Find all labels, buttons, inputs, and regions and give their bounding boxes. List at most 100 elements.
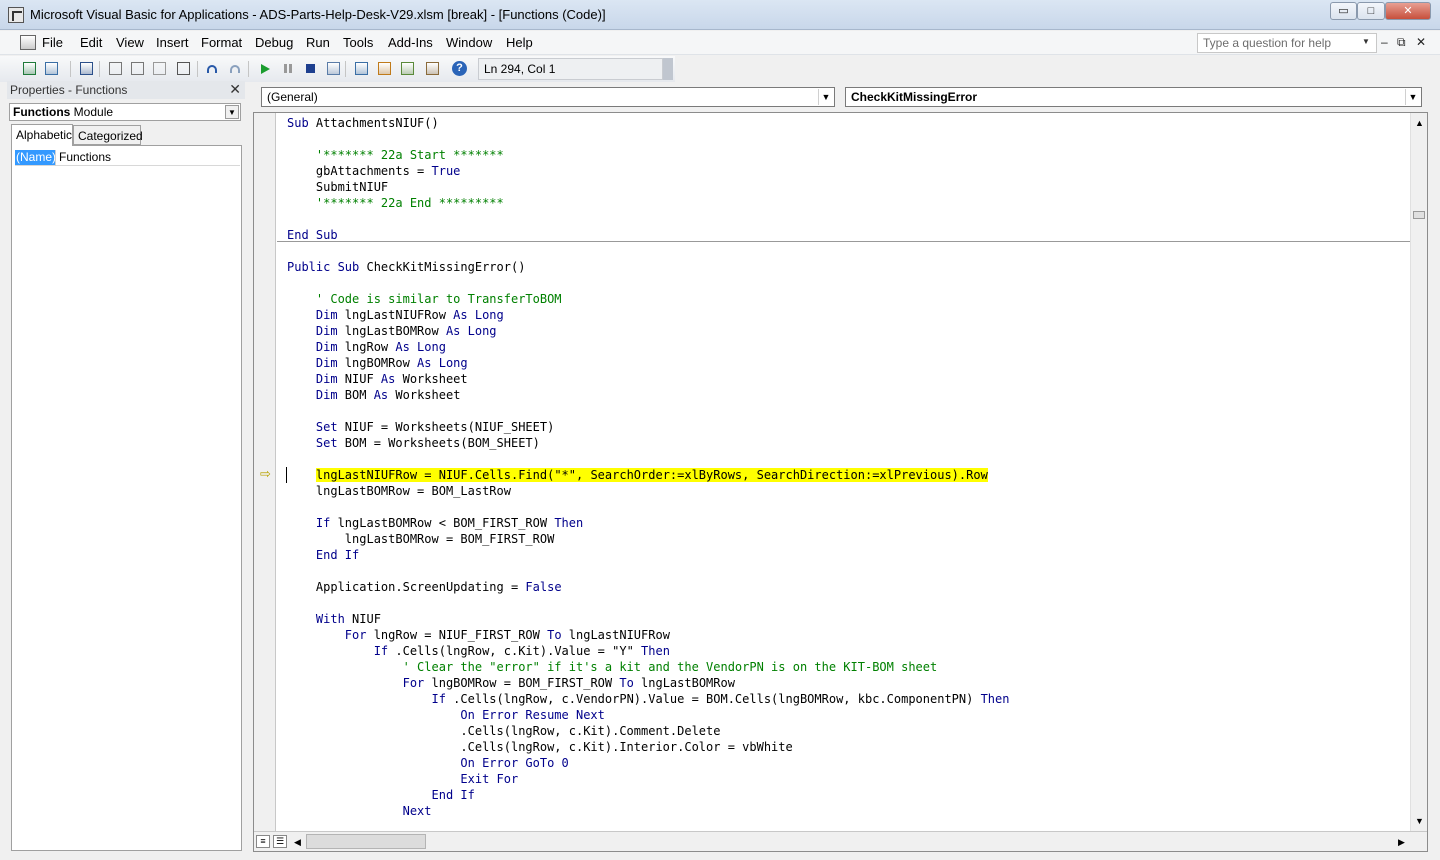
design-mode-icon[interactable]	[326, 61, 342, 77]
scroll-down-icon[interactable]: ▼	[1412, 813, 1427, 829]
code-line[interactable]: .Cells(lngRow, c.Kit).Comment.Delete	[287, 723, 720, 739]
code-token: lngLastBOMRow < BOM_FIRST_ROW	[337, 516, 555, 530]
help-icon[interactable]: ?	[452, 61, 468, 77]
code-line[interactable]: Exit For	[287, 771, 518, 787]
properties-window-icon[interactable]	[377, 61, 393, 77]
procedure-view-button[interactable]: ≡	[256, 835, 270, 848]
menu-item-help[interactable]: Help	[504, 35, 535, 50]
code-line[interactable]: ' Clear the "error" if it's a kit and th…	[287, 659, 938, 675]
cut-icon[interactable]	[108, 61, 124, 77]
code-line[interactable]: .Cells(lngRow, c.Kit).Interior.Color = v…	[287, 739, 792, 755]
find-icon[interactable]	[176, 61, 192, 77]
vertical-scrollbar[interactable]: ▲ ▼	[1410, 113, 1427, 831]
code-line[interactable]: Sub AttachmentsNIUF()	[287, 115, 439, 131]
insert-userform-icon[interactable]	[44, 61, 60, 77]
code-line[interactable]: For lngRow = NIUF_FIRST_ROW To lngLastNI…	[287, 627, 670, 643]
code-line[interactable]: Dim NIUF As Worksheet	[287, 371, 468, 387]
menu-item-format[interactable]: Format	[199, 35, 244, 50]
mdi-minimize-button[interactable]: ‒	[1381, 35, 1388, 49]
break-icon[interactable]	[280, 61, 296, 77]
code-line[interactable]: '******* 22a Start *******	[287, 147, 504, 163]
menu-item-view[interactable]: View	[114, 35, 146, 50]
menu-item-insert[interactable]: Insert	[154, 35, 191, 50]
menu-item-run[interactable]: Run	[304, 35, 332, 50]
toolbox-icon[interactable]	[425, 61, 441, 77]
full-module-view-button[interactable]: ☰	[273, 835, 287, 848]
code-line[interactable]: Dim BOM As Worksheet	[287, 387, 461, 403]
menu-item-window[interactable]: Window	[444, 35, 494, 50]
code-line[interactable]: On Error GoTo 0	[287, 755, 568, 771]
split-bar[interactable]	[1413, 211, 1425, 219]
horizontal-scroll-thumb[interactable]	[306, 834, 426, 849]
properties-object-select[interactable]: Functions Module ▼	[9, 103, 241, 121]
mdi-close-button[interactable]: ✕	[1416, 35, 1426, 49]
code-line[interactable]: On Error Resume Next	[287, 707, 605, 723]
code-line[interactable]: End If	[287, 547, 359, 563]
code-line[interactable]: lngLastNIUFRow = NIUF.Cells.Find("*", Se…	[287, 467, 988, 483]
code-line[interactable]: SubmitNIUF	[287, 179, 388, 195]
menu-item-file[interactable]: File	[40, 35, 65, 50]
copy-icon[interactable]	[130, 61, 146, 77]
horizontal-scrollbar[interactable]: ≡ ☰ ◀ ▶	[254, 831, 1427, 851]
properties-close-button[interactable]: ✕	[229, 81, 241, 98]
tab-categorized[interactable]: Categorized	[73, 125, 143, 145]
maximize-button[interactable]: □	[1357, 2, 1385, 20]
code-line[interactable]: Dim lngLastNIUFRow As Long	[287, 307, 504, 323]
code-line[interactable]: If .Cells(lngRow, c.Kit).Value = "Y" The…	[287, 643, 670, 659]
procedure-combo[interactable]: CheckKitMissingError ▼	[845, 87, 1422, 107]
code-token: lngLastBOMRow = BOM_LastRow	[287, 484, 511, 498]
chevron-down-icon[interactable]: ▼	[1405, 89, 1420, 105]
code-line[interactable]: Dim lngBOMRow As Long	[287, 355, 468, 371]
menu-item-add-ins[interactable]: Add-Ins	[386, 35, 435, 50]
code-line[interactable]: With NIUF	[287, 611, 381, 627]
property-name-value[interactable]: Functions	[59, 150, 111, 164]
margin-indicator-bar[interactable]: ⇨	[254, 113, 276, 831]
code-line[interactable]: Dim lngLastBOMRow As Long	[287, 323, 497, 339]
property-row-name[interactable]: (Name) Functions	[15, 150, 240, 166]
code-line[interactable]: lngLastBOMRow = BOM_FIRST_ROW	[287, 531, 555, 547]
save-icon[interactable]	[79, 61, 95, 77]
document-icon[interactable]	[20, 35, 36, 50]
project-explorer-icon[interactable]	[354, 61, 370, 77]
mdi-restore-button[interactable]: ⧉	[1397, 35, 1406, 50]
object-combo[interactable]: (General) ▼	[261, 87, 835, 107]
undo-icon[interactable]	[204, 61, 220, 77]
code-line[interactable]: End If	[287, 787, 474, 803]
menu-item-edit[interactable]: Edit	[78, 35, 104, 50]
code-line[interactable]: If .Cells(lngRow, c.VendorPN).Value = BO…	[287, 691, 1009, 707]
help-dropdown-icon[interactable]: ▼	[1362, 37, 1370, 46]
code-line[interactable]: Set NIUF = Worksheets(NIUF_SHEET)	[287, 419, 554, 435]
code-line[interactable]: Application.ScreenUpdating = False	[287, 579, 562, 595]
help-search-input[interactable]: Type a question for help	[1197, 33, 1377, 53]
object-browser-icon[interactable]	[400, 61, 416, 77]
scroll-up-icon[interactable]: ▲	[1412, 115, 1427, 131]
scroll-right-icon[interactable]: ▶	[1394, 834, 1409, 850]
redo-icon[interactable]	[227, 61, 243, 77]
code-line[interactable]: lngLastBOMRow = BOM_LastRow	[287, 483, 511, 499]
toolbar-grip[interactable]	[663, 58, 673, 80]
code-line[interactable]: Set BOM = Worksheets(BOM_SHEET)	[287, 435, 540, 451]
chevron-down-icon[interactable]: ▼	[818, 89, 833, 105]
menu-item-tools[interactable]: Tools	[341, 35, 375, 50]
code-line[interactable]: Dim lngRow As Long	[287, 339, 446, 355]
reset-icon[interactable]	[303, 61, 319, 77]
chevron-down-icon[interactable]: ▼	[225, 105, 239, 119]
paste-icon[interactable]	[152, 61, 168, 77]
menu-item-debug[interactable]: Debug	[253, 35, 295, 50]
code-line[interactable]: End Sub	[287, 227, 338, 243]
tab-alphabetic[interactable]: Alphabetic	[11, 124, 73, 146]
vba-app-icon[interactable]	[8, 7, 24, 23]
code-line[interactable]: gbAttachments = True	[287, 163, 461, 179]
scroll-left-icon[interactable]: ◀	[290, 834, 305, 850]
code-line[interactable]: ' Code is similar to TransferToBOM	[287, 291, 562, 307]
code-line[interactable]: For lngBOMRow = BOM_FIRST_ROW To lngLast…	[287, 675, 735, 691]
run-icon[interactable]	[257, 61, 273, 77]
view-excel-icon[interactable]	[22, 61, 38, 77]
code-line[interactable]: If lngLastBOMRow < BOM_FIRST_ROW Then	[287, 515, 583, 531]
code-line[interactable]: '******* 22a End *********	[287, 195, 504, 211]
code-line[interactable]: Next	[287, 803, 432, 819]
code-editor[interactable]: Sub AttachmentsNIUF() '******* 22a Start…	[277, 113, 1410, 831]
minimize-button[interactable]: ▭	[1330, 2, 1357, 20]
code-line[interactable]: Public Sub CheckKitMissingError()	[287, 259, 525, 275]
close-button[interactable]: ✕	[1385, 2, 1431, 20]
